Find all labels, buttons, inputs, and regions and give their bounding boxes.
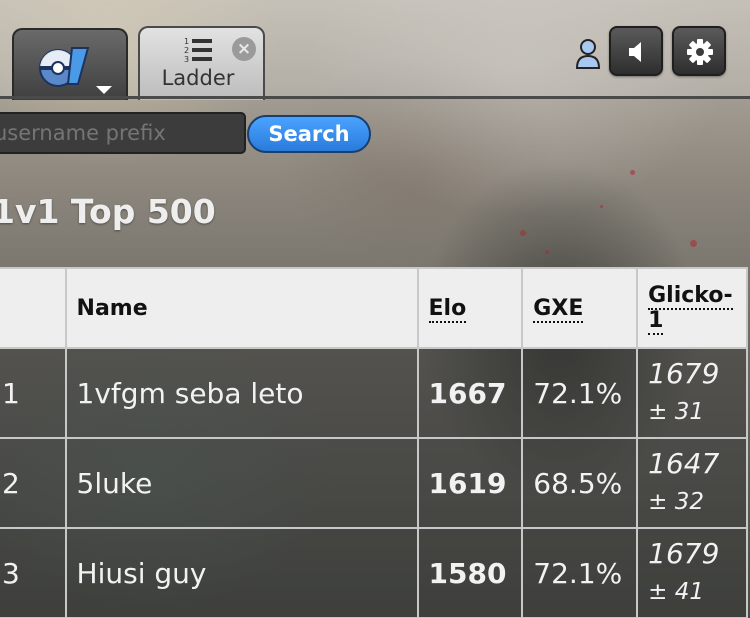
table-row: 2 5luke 1619 68.5% 1647 ± 32	[0, 437, 748, 529]
glicko-cell: 1647 ± 32	[636, 437, 748, 529]
player-name-link[interactable]: 5luke	[64, 437, 419, 529]
gear-icon	[687, 39, 713, 65]
chevron-down-icon	[96, 86, 112, 94]
gxe-cell: 72.1%	[521, 527, 639, 618]
glicko-deviation: ± 31	[648, 399, 704, 425]
glicko-deviation: ± 32	[648, 489, 704, 515]
page-title: 1v1 Top 500	[0, 192, 216, 231]
elo-cell: 1580	[416, 527, 524, 618]
main-menu-button[interactable]	[12, 28, 128, 100]
rank-cell: 2	[0, 437, 67, 529]
username-search-input[interactable]	[0, 112, 246, 154]
background-splatter	[520, 230, 526, 236]
background-splatter	[545, 250, 549, 254]
glicko-rating: 1647	[648, 447, 720, 480]
glicko-rating: 1679	[648, 537, 720, 570]
column-header-elo[interactable]: Elo	[416, 267, 524, 349]
column-header-glicko-label: Glicko-1	[648, 283, 733, 335]
background-splatter	[630, 170, 635, 175]
player-name-link[interactable]: 1vfgm seba leto	[64, 347, 419, 439]
header-bar: 1 2 3 Ladder ×	[0, 0, 750, 100]
ladder-table: Name Elo GXE Glicko-1 1 1vfgm seba leto …	[0, 267, 748, 618]
glicko-cell: 1679 ± 41	[636, 527, 748, 618]
table-row: 1 1vfgm seba leto 1667 72.1% 1679 ± 31	[0, 347, 748, 439]
table-header-row: Name Elo GXE Glicko-1	[0, 267, 748, 349]
table-row: 3 Hiusi guy 1580 72.1% 1679 ± 41	[0, 527, 748, 618]
background-splatter	[600, 205, 603, 208]
elo-cell: 1619	[416, 437, 524, 529]
numbered-list-icon: 1 2 3	[184, 37, 212, 64]
tab-ladder-label: Ladder	[161, 66, 235, 90]
glicko-deviation: ± 41	[648, 579, 704, 605]
close-icon[interactable]: ×	[232, 37, 256, 61]
rank-cell: 3	[0, 527, 67, 618]
glicko-rating: 1679	[648, 357, 720, 390]
gxe-cell: 72.1%	[521, 347, 639, 439]
svg-text:3: 3	[184, 55, 189, 64]
player-name-link[interactable]: Hiusi guy	[64, 527, 419, 618]
tab-ladder[interactable]: 1 2 3 Ladder ×	[138, 26, 265, 100]
svg-text:2: 2	[184, 46, 189, 55]
sound-button[interactable]	[609, 26, 663, 76]
search-button[interactable]: Search	[247, 115, 371, 153]
column-header-rank	[0, 267, 67, 349]
column-header-gxe-label: GXE	[533, 295, 584, 323]
elo-cell: 1667	[416, 347, 524, 439]
pokeball-logo-icon	[39, 47, 90, 87]
svg-text:1: 1	[184, 37, 189, 46]
gxe-cell: 68.5%	[521, 437, 639, 529]
sound-icon	[629, 42, 641, 62]
column-header-gxe[interactable]: GXE	[521, 267, 639, 349]
rank-cell: 1	[0, 347, 67, 439]
column-header-name-label: Name	[76, 295, 148, 321]
background-splatter	[690, 240, 697, 247]
settings-button[interactable]	[672, 26, 726, 76]
header-divider	[0, 96, 750, 99]
user-icon[interactable]	[574, 36, 602, 70]
column-header-name: Name	[64, 267, 419, 349]
glicko-cell: 1679 ± 31	[636, 347, 748, 439]
column-header-glicko[interactable]: Glicko-1	[636, 267, 748, 349]
column-header-elo-label: Elo	[428, 295, 467, 323]
